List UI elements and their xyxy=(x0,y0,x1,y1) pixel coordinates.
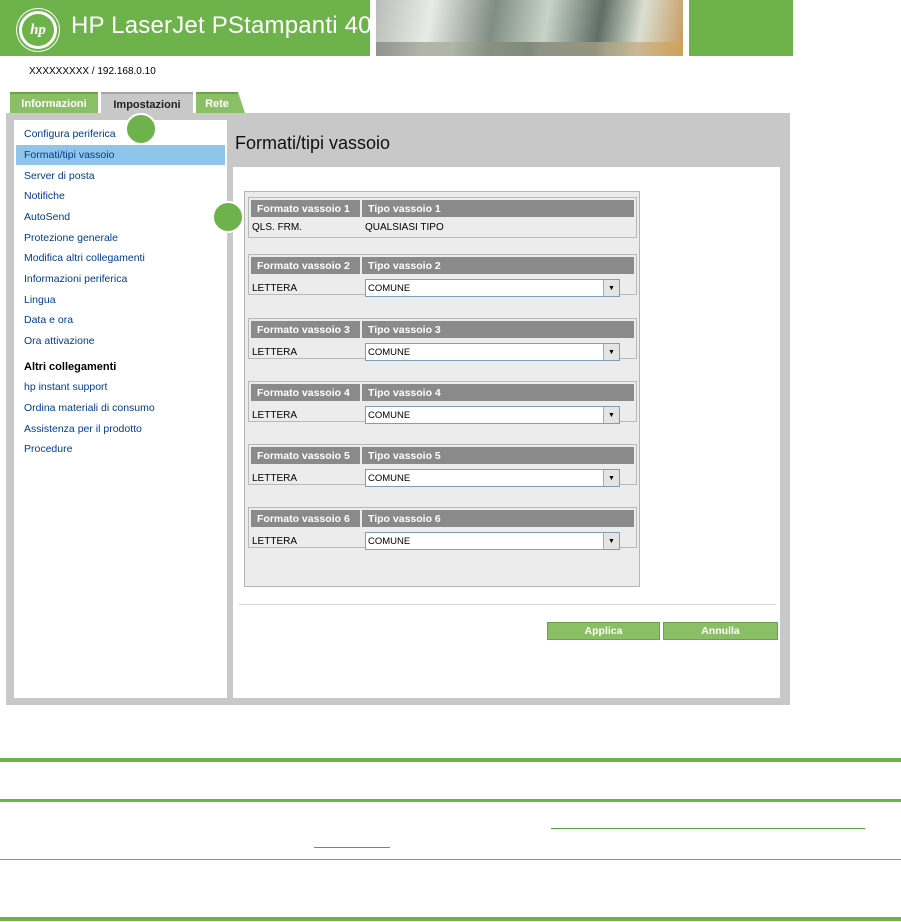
tray-type-selected: COMUNE xyxy=(368,472,411,484)
sidebar-link-assistenza-prodotto[interactable]: Assistenza per il prodotto xyxy=(24,423,142,435)
tray-size-header: Formato vassoio 3 xyxy=(251,321,360,338)
tray-type-selected: COMUNE xyxy=(368,282,411,294)
tray-type-value: QUALSIASI TIPO xyxy=(365,222,444,233)
page-title: Formati/tipi vassoio xyxy=(235,133,391,153)
tray-size-header: Formato vassoio 5 xyxy=(251,447,360,464)
tab-corner xyxy=(238,92,245,113)
tray-type-header: Tipo vassoio 6 xyxy=(362,510,634,527)
tray-size-value: LETTERA xyxy=(252,473,298,484)
chevron-down-icon[interactable]: ▼ xyxy=(603,407,619,423)
sidebar-link-procedure[interactable]: Procedure xyxy=(24,443,72,455)
sidebar-item-configura-periferica[interactable]: Configura periferica xyxy=(24,128,116,140)
header-separator xyxy=(683,0,689,56)
tray-type-select[interactable]: COMUNE ▼ xyxy=(365,406,620,424)
divider xyxy=(239,604,776,605)
tray-row-6: Formato vassoio 6 Tipo vassoio 6 LETTERA… xyxy=(248,507,637,550)
tray-type-header: Tipo vassoio 5 xyxy=(362,447,634,464)
sidebar-item-formati-tipi-vassoio[interactable]: Formati/tipi vassoio xyxy=(24,149,114,161)
link-underline[interactable] xyxy=(551,828,865,829)
tray-type-select[interactable]: COMUNE ▼ xyxy=(365,532,620,550)
tab-rete[interactable]: Rete xyxy=(196,92,238,113)
tray-type-header: Tipo vassoio 3 xyxy=(362,321,634,338)
tray-type-header: Tipo vassoio 1 xyxy=(362,200,634,217)
chevron-down-icon[interactable]: ▼ xyxy=(603,533,619,549)
header-banner: hp HP LaserJet PStampanti 4015 xyxy=(0,0,793,56)
sidebar-item-modifica-altri-collegamenti[interactable]: Modifica altri collegamenti xyxy=(24,252,145,264)
tray-type-selected: COMUNE xyxy=(368,409,411,421)
sidebar-item-informazioni-periferica[interactable]: Informazioni periferica xyxy=(24,273,127,285)
tray-size-value: LETTERA xyxy=(252,347,298,358)
sidebar-item-server-di-posta[interactable]: Server di posta xyxy=(24,170,95,182)
sidebar-item-lingua[interactable]: Lingua xyxy=(24,294,56,306)
tray-type-select[interactable]: COMUNE ▼ xyxy=(365,343,620,361)
callout-marker xyxy=(212,201,244,233)
printer-title: HP LaserJet PStampanti 4015 xyxy=(71,12,399,39)
table-rule xyxy=(0,758,901,762)
tray-size-value: LETTERA xyxy=(252,536,298,547)
tray-size-header: Formato vassoio 2 xyxy=(251,257,360,274)
tray-row-1: Formato vassoio 1 Tipo vassoio 1 QLS. FR… xyxy=(248,197,637,238)
chevron-down-icon[interactable]: ▼ xyxy=(603,344,619,360)
tab-impostazioni[interactable]: Impostazioni xyxy=(101,92,193,115)
tray-row-2: Formato vassoio 2 Tipo vassoio 2 LETTERA… xyxy=(248,254,637,297)
sidebar-item-ora-attivazione[interactable]: Ora attivazione xyxy=(24,335,95,347)
sidebar-item-notifiche[interactable]: Notifiche xyxy=(24,190,65,202)
chevron-down-icon[interactable]: ▼ xyxy=(603,470,619,486)
chevron-down-icon[interactable]: ▼ xyxy=(603,280,619,296)
tray-type-header: Tipo vassoio 4 xyxy=(362,384,634,401)
tray-type-select[interactable]: COMUNE ▼ xyxy=(365,279,620,297)
tray-type-header: Tipo vassoio 2 xyxy=(362,257,634,274)
header-photo xyxy=(376,0,683,56)
link-underline[interactable] xyxy=(314,847,390,848)
tray-row-4: Formato vassoio 4 Tipo vassoio 4 LETTERA… xyxy=(248,381,637,424)
tray-row-3: Formato vassoio 3 Tipo vassoio 3 LETTERA… xyxy=(248,318,637,361)
tray-type-selected: COMUNE xyxy=(368,346,411,358)
tray-row-5: Formato vassoio 5 Tipo vassoio 5 LETTERA… xyxy=(248,444,637,487)
device-address: XXXXXXXXX / 192.168.0.10 xyxy=(29,66,156,77)
tray-size-header: Formato vassoio 4 xyxy=(251,384,360,401)
cancel-button[interactable]: Annulla xyxy=(663,622,778,640)
table-rule xyxy=(0,859,901,860)
table-rule xyxy=(0,799,901,802)
tray-type-selected: COMUNE xyxy=(368,535,411,547)
tray-size-value: LETTERA xyxy=(252,283,298,294)
tray-size-value: QLS. FRM. xyxy=(252,222,303,233)
tab-informazioni[interactable]: Informazioni xyxy=(10,92,98,113)
sidebar-link-ordina-materiali[interactable]: Ordina materiali di consumo xyxy=(24,402,155,414)
sidebar-link-hp-instant-support[interactable]: hp instant support xyxy=(24,381,107,393)
sidebar-item-protezione-generale[interactable]: Protezione generale xyxy=(24,232,118,244)
callout-marker xyxy=(125,113,157,145)
tray-size-value: LETTERA xyxy=(252,410,298,421)
hp-logo: hp xyxy=(17,9,59,51)
tray-size-header: Formato vassoio 6 xyxy=(251,510,360,527)
other-links-heading: Altri collegamenti xyxy=(24,361,117,373)
sidebar-item-data-e-ora[interactable]: Data e ora xyxy=(24,314,73,326)
apply-button[interactable]: Applica xyxy=(547,622,660,640)
tray-type-select[interactable]: COMUNE ▼ xyxy=(365,469,620,487)
sidebar-item-autosend[interactable]: AutoSend xyxy=(24,211,70,223)
table-rule xyxy=(0,917,901,921)
tray-size-header: Formato vassoio 1 xyxy=(251,200,360,217)
